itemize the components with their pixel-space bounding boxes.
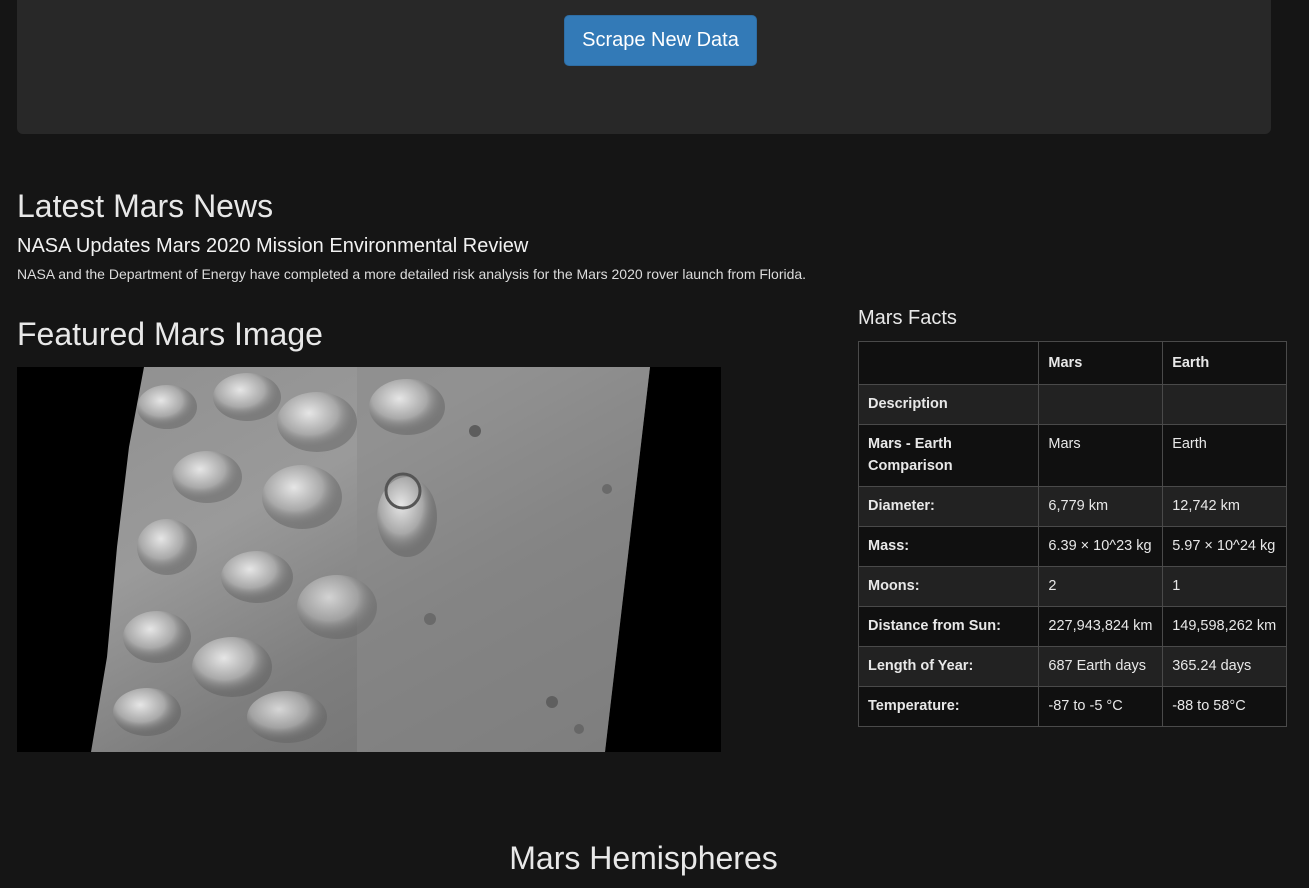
mars-value xyxy=(1038,384,1164,425)
column-header-mars: Mars xyxy=(1038,341,1164,385)
table-row: Moons: 2 1 xyxy=(857,566,1287,607)
table-header-row: Mars Earth xyxy=(857,341,1287,385)
earth-value xyxy=(1162,384,1287,425)
mars-value: 2 xyxy=(1038,566,1164,607)
column-header-earth: Earth xyxy=(1162,341,1287,385)
row-label: Temperature: xyxy=(857,686,1040,727)
row-label: Mass: xyxy=(857,526,1040,567)
row-label: Description xyxy=(857,384,1040,425)
row-label: Length of Year: xyxy=(857,646,1040,687)
hemispheres-heading: Mars Hemispheres xyxy=(509,840,778,876)
mars-value: -87 to -5 °C xyxy=(1038,686,1164,727)
earth-value: -88 to 58°C xyxy=(1162,686,1287,727)
earth-value: 1 xyxy=(1162,566,1287,607)
table-row: Temperature: -87 to -5 °C -88 to 58°C xyxy=(857,686,1287,727)
table-row: Mars - Earth Comparison Mars Earth xyxy=(857,424,1287,487)
news-paragraph: NASA and the Department of Energy have c… xyxy=(17,266,807,282)
row-label: Moons: xyxy=(857,566,1040,607)
earth-value: 5.97 × 10^24 kg xyxy=(1162,526,1287,567)
featured-image-heading: Featured Mars Image xyxy=(17,316,323,352)
earth-value: 12,742 km xyxy=(1162,486,1287,527)
column-header xyxy=(857,341,1040,385)
earth-value: 365.24 days xyxy=(1162,646,1287,687)
table-row: Description xyxy=(857,384,1287,425)
table-row: Mass: 6.39 × 10^23 kg 5.97 × 10^24 kg xyxy=(857,526,1287,567)
latest-news-heading: Latest Mars News xyxy=(17,188,274,224)
row-label: Mars - Earth Comparison xyxy=(857,424,1040,487)
mars-value: 227,943,824 km xyxy=(1038,606,1164,647)
mars-value: 687 Earth days xyxy=(1038,646,1164,687)
news-title: NASA Updates Mars 2020 Mission Environme… xyxy=(17,235,529,257)
mars-facts-heading: Mars Facts xyxy=(858,307,957,329)
table-row: Length of Year: 687 Earth days 365.24 da… xyxy=(857,646,1287,687)
featured-mars-image xyxy=(17,367,721,752)
row-label: Distance from Sun: xyxy=(857,606,1040,647)
earth-value: 149,598,262 km xyxy=(1162,606,1287,647)
mars-value: Mars xyxy=(1038,424,1164,487)
mars-facts-table: Mars Earth Description Mars - Earth Comp… xyxy=(857,341,1287,727)
table-row: Distance from Sun: 227,943,824 km 149,59… xyxy=(857,606,1287,647)
jumbotron: Scrape New Data xyxy=(17,0,1271,134)
row-label: Diameter: xyxy=(857,486,1040,527)
mars-value: 6,779 km xyxy=(1038,486,1164,527)
scrape-new-data-button[interactable]: Scrape New Data xyxy=(564,15,757,66)
earth-value: Earth xyxy=(1162,424,1287,487)
table-row: Diameter: 6,779 km 12,742 km xyxy=(857,486,1287,527)
mars-value: 6.39 × 10^23 kg xyxy=(1038,526,1164,567)
